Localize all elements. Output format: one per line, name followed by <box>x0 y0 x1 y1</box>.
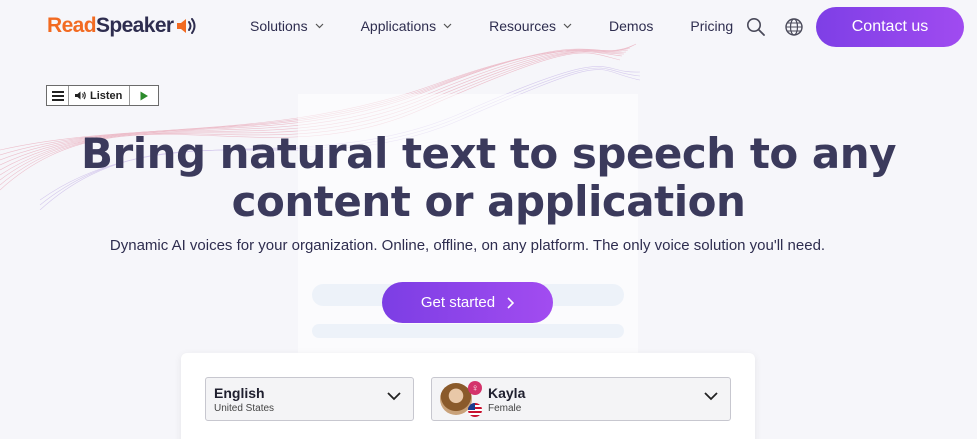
language-button[interactable] <box>783 16 805 38</box>
chevron-down-icon <box>315 23 324 29</box>
chevron-down-icon <box>704 392 718 401</box>
contact-us-button[interactable]: Contact us <box>816 7 964 47</box>
language-region: United States <box>214 403 275 414</box>
nav-demos-label: Demos <box>609 18 654 34</box>
search-icon <box>747 18 765 36</box>
chevron-down-icon <box>387 392 401 401</box>
chevron-down-icon <box>563 23 572 29</box>
site-header: Read Speaker Solutions Applications Resou… <box>0 0 977 54</box>
listen-widget: Listen <box>46 85 160 106</box>
menu-icon <box>51 90 64 101</box>
hero-title-line1: Bring natural text to speech to any <box>80 129 897 178</box>
voice-name: Kayla <box>488 385 526 401</box>
nav-pricing-label: Pricing <box>690 18 734 34</box>
play-icon <box>140 91 149 100</box>
listen-button[interactable]: Listen <box>69 86 131 105</box>
nav-pricing[interactable]: Pricing <box>690 18 733 34</box>
logo-text-speaker: Speaker <box>95 14 174 37</box>
language-value: English <box>214 385 265 401</box>
voice-select[interactable]: ♀ Kayla Female <box>431 377 731 421</box>
tts-demo-card: English United States ♀ Kayla Female <box>181 353 755 439</box>
nav-solutions-label: Solutions <box>250 18 308 34</box>
nav-applications-label: Applications <box>360 18 437 34</box>
nav-resources[interactable]: Resources <box>489 18 572 34</box>
hero-title-line2: content or application <box>231 177 746 226</box>
nav-applications[interactable]: Applications <box>361 18 453 34</box>
listen-play-button[interactable] <box>130 86 158 105</box>
nav-solutions[interactable]: Solutions <box>250 18 324 34</box>
us-flag-icon <box>468 403 482 417</box>
globe-icon <box>785 18 803 36</box>
language-select[interactable]: English United States <box>205 377 414 421</box>
get-started-button[interactable]: Get started <box>382 282 553 323</box>
voice-gender: Female <box>488 403 522 414</box>
readspeaker-logo[interactable]: Read Speaker <box>47 14 199 38</box>
get-started-label: Get started <box>420 294 496 311</box>
hero-subtitle: Dynamic AI voices for your organization.… <box>109 237 826 254</box>
chevron-down-icon <box>443 23 452 29</box>
search-button[interactable] <box>745 16 767 38</box>
hero-title: Bring natural text to speech to any cont… <box>60 130 917 226</box>
speaker-icon <box>75 91 86 100</box>
nav-resources-label: Resources <box>489 18 557 34</box>
speaker-icon <box>177 18 196 34</box>
listen-label: Listen <box>90 89 123 102</box>
logo-text-read: Read <box>47 14 97 37</box>
listen-menu-button[interactable] <box>47 86 69 105</box>
main-nav: Solutions Applications Resources Demos P… <box>250 18 770 34</box>
chevron-right-icon <box>507 296 515 309</box>
nav-demos[interactable]: Demos <box>609 18 653 34</box>
female-icon: ♀ <box>468 381 482 395</box>
